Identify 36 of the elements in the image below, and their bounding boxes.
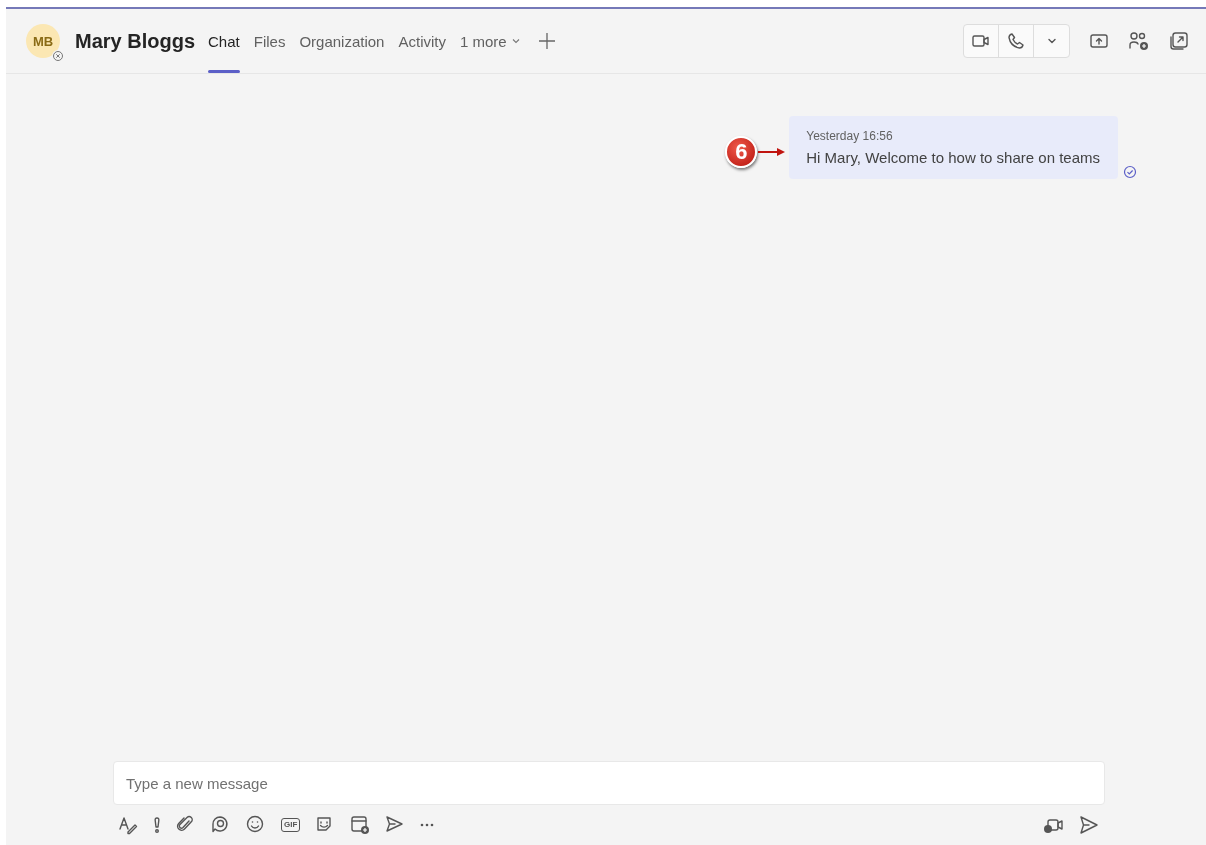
video-camera-icon [971,33,991,49]
send-icon [1079,815,1099,835]
tab[interactable]: 1 more [452,9,528,73]
people-add-icon [1128,31,1150,51]
chevron-down-icon [510,36,521,46]
ellipsis-icon [420,823,435,827]
message-time: Yesterday 16:56 [806,129,894,143]
message-text: Hi Mary, Welcome to how to share on teams [806,149,1100,166]
format-button[interactable] [118,815,138,835]
phone-icon [1007,32,1025,50]
gif-button[interactable]: GIF [281,818,301,832]
status-icon [52,50,64,62]
plus-icon [537,32,556,50]
send-button[interactable] [1079,815,1099,835]
smiley-icon [246,815,266,835]
pop-out-icon [1169,31,1189,51]
avatar-initials: MB [32,33,54,49]
callout-number: 6 [725,136,758,168]
calendar-add-icon [350,815,371,835]
share-screen-button[interactable] [1089,32,1109,50]
format-text-icon [118,815,138,835]
tab[interactable]: Activity [391,9,453,73]
schedule-meeting-button[interactable] [350,815,371,835]
emoji-button[interactable] [246,815,266,835]
tab[interactable]: Chat [201,9,247,73]
share-screen-icon [1089,32,1109,50]
exclamation-icon [153,816,161,834]
tab[interactable]: Organization [292,9,392,73]
contact-name: Mary Bloggs [75,29,196,53]
add-people-button[interactable] [1128,31,1150,51]
priority-button[interactable] [153,815,161,835]
chat-bubble-icon [211,815,231,835]
tab[interactable]: Files [246,9,293,73]
message-input-field[interactable]: Type a new message [113,761,1105,805]
pop-out-button[interactable] [1169,31,1189,51]
loop-button[interactable] [211,815,231,835]
